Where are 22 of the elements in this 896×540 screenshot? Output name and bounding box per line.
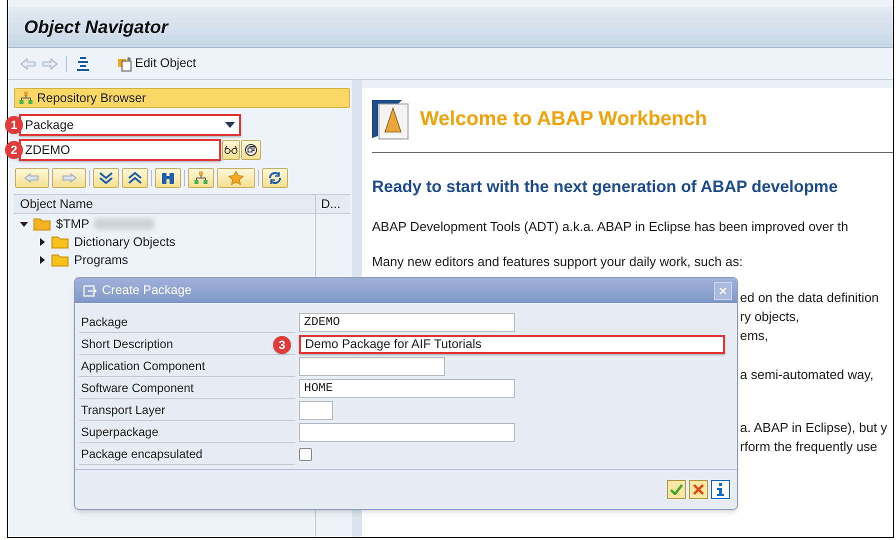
text-line: a. ABAP in Eclipse), but y: [740, 418, 888, 437]
window-title: Object Navigator: [24, 16, 168, 39]
field-label: Superpackage: [79, 422, 295, 442]
paragraph: ABAP Development Tools (ADT) a.k.a. ABAP in Eclipse has been improved over th: [372, 218, 850, 235]
field-label: Software Component: [79, 378, 295, 398]
field-label: Application Component: [79, 356, 295, 376]
text-line: ry objects,: [740, 308, 800, 326]
step-badge: 2: [5, 141, 23, 159]
panel-title: Repository Browser: [37, 90, 146, 107]
text-line: ed on the data definition: [740, 288, 880, 307]
text-line: a semi-automated way,: [740, 366, 874, 384]
text-line: ems,: [740, 326, 770, 345]
step-badge: 1: [5, 116, 23, 134]
field-label: Transport Layer: [79, 400, 295, 420]
text-line: rform the frequently use: [740, 438, 878, 456]
welcome-title: Welcome to ABAP Workbench: [420, 107, 708, 132]
field-label: Package encapsulated: [79, 444, 295, 464]
dialog-title: Create Package: [102, 282, 193, 300]
section-heading: Ready to start with the next generation of ABAP developme: [372, 177, 839, 198]
paragraph: Many new editors and features support your daily work, such as:: [372, 252, 744, 270]
field-label: Package: [79, 312, 295, 332]
step-badge: 3: [273, 336, 291, 354]
